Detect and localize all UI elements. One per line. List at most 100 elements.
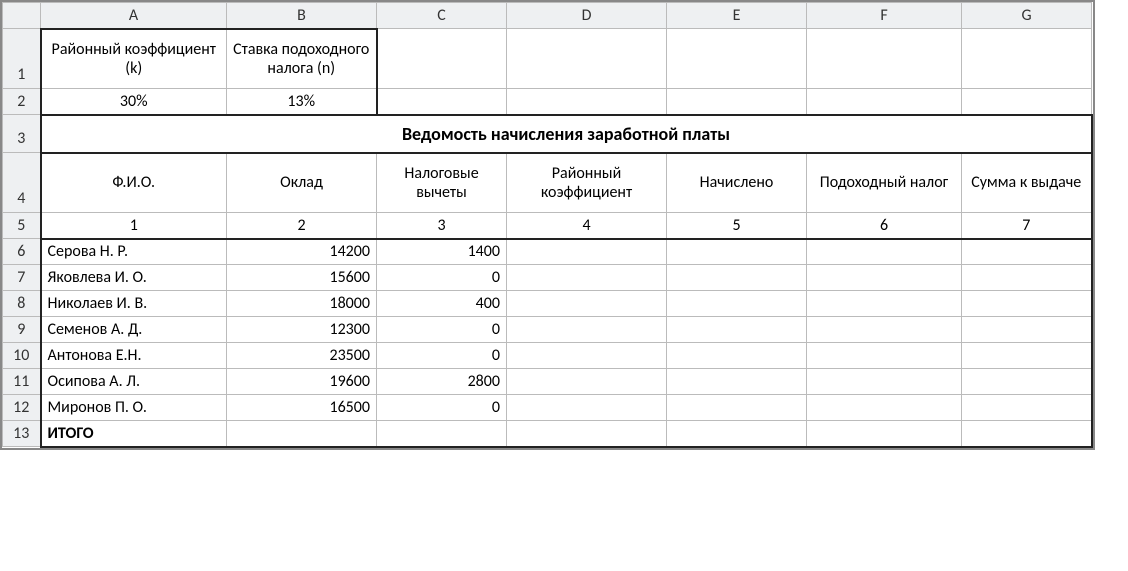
cell-empty[interactable] xyxy=(507,239,667,265)
colnum-4[interactable]: 4 xyxy=(507,213,667,239)
cell-empty[interactable] xyxy=(807,421,962,447)
cell-salary[interactable]: 23500 xyxy=(227,343,377,369)
select-all-corner[interactable] xyxy=(3,3,41,29)
header-income-tax[interactable]: Подоходный налог xyxy=(807,153,962,213)
cell-empty[interactable] xyxy=(227,421,377,447)
col-header-G[interactable]: G xyxy=(962,3,1092,29)
cell-empty[interactable] xyxy=(667,239,807,265)
cell-empty[interactable] xyxy=(807,395,962,421)
cell-ded[interactable]: 2800 xyxy=(377,369,507,395)
cell-empty[interactable] xyxy=(807,317,962,343)
cell-F1[interactable] xyxy=(807,29,962,89)
header-regional[interactable]: Районный коэффициент xyxy=(507,153,667,213)
header-salary[interactable]: Оклад xyxy=(227,153,377,213)
cell-G1[interactable] xyxy=(962,29,1092,89)
cell-empty[interactable] xyxy=(962,317,1092,343)
cell-salary[interactable]: 18000 xyxy=(227,291,377,317)
cell-C1[interactable] xyxy=(377,29,507,89)
row-header-9[interactable]: 9 xyxy=(3,317,41,343)
cell-fio[interactable]: Миронов П. О. xyxy=(41,395,227,421)
cell-ded[interactable]: 0 xyxy=(377,265,507,291)
colnum-6[interactable]: 6 xyxy=(807,213,962,239)
cell-fio[interactable]: Семенов А. Д. xyxy=(41,317,227,343)
cell-empty[interactable] xyxy=(507,369,667,395)
cell-salary[interactable]: 14200 xyxy=(227,239,377,265)
col-header-E[interactable]: E xyxy=(667,3,807,29)
cell-fio[interactable]: Антонова Е.Н. xyxy=(41,343,227,369)
cell-empty[interactable] xyxy=(667,265,807,291)
cell-C2[interactable] xyxy=(377,89,507,115)
row-header-11[interactable]: 11 xyxy=(3,369,41,395)
cell-empty[interactable] xyxy=(667,291,807,317)
cell-empty[interactable] xyxy=(507,343,667,369)
cell-empty[interactable] xyxy=(962,395,1092,421)
cell-D1[interactable] xyxy=(507,29,667,89)
row-header-10[interactable]: 10 xyxy=(3,343,41,369)
row-header-8[interactable]: 8 xyxy=(3,291,41,317)
cell-ded[interactable]: 0 xyxy=(377,317,507,343)
colnum-2[interactable]: 2 xyxy=(227,213,377,239)
row-header-13[interactable]: 13 xyxy=(3,421,41,447)
row-header-2[interactable]: 2 xyxy=(3,89,41,115)
cell-salary[interactable]: 19600 xyxy=(227,369,377,395)
col-header-F[interactable]: F xyxy=(807,3,962,29)
cell-fio[interactable]: Серова Н. Р. xyxy=(41,239,227,265)
row-header-3[interactable]: 3 xyxy=(3,115,41,153)
col-header-C[interactable]: C xyxy=(377,3,507,29)
col-header-A[interactable]: A xyxy=(41,3,227,29)
row-header-1[interactable]: 1 xyxy=(3,29,41,89)
cell-empty[interactable] xyxy=(962,343,1092,369)
cell-B2[interactable]: 13% xyxy=(227,89,377,115)
colnum-5[interactable]: 5 xyxy=(667,213,807,239)
spreadsheet-grid[interactable]: A B C D E F G 1 Районный коэффициент (k)… xyxy=(0,0,1095,450)
cell-A2[interactable]: 30% xyxy=(41,89,227,115)
cell-fio[interactable]: Николаев И. В. xyxy=(41,291,227,317)
row-header-6[interactable]: 6 xyxy=(3,239,41,265)
cell-E2[interactable] xyxy=(667,89,807,115)
cell-salary[interactable]: 15600 xyxy=(227,265,377,291)
cell-salary[interactable]: 12300 xyxy=(227,317,377,343)
header-deductions[interactable]: Налоговые вычеты xyxy=(377,153,507,213)
cell-ded[interactable]: 0 xyxy=(377,343,507,369)
cell-ded[interactable]: 400 xyxy=(377,291,507,317)
cell-empty[interactable] xyxy=(807,265,962,291)
colnum-3[interactable]: 3 xyxy=(377,213,507,239)
sheet-title[interactable]: Ведомость начисления заработной платы xyxy=(41,115,1092,153)
cell-empty[interactable] xyxy=(667,343,807,369)
cell-empty[interactable] xyxy=(667,317,807,343)
cell-empty[interactable] xyxy=(962,291,1092,317)
row-header-12[interactable]: 12 xyxy=(3,395,41,421)
total-label[interactable]: ИТОГО xyxy=(41,421,227,447)
cell-empty[interactable] xyxy=(962,369,1092,395)
cell-empty[interactable] xyxy=(507,421,667,447)
cell-G2[interactable] xyxy=(962,89,1092,115)
cell-empty[interactable] xyxy=(807,291,962,317)
cell-empty[interactable] xyxy=(507,291,667,317)
row-header-7[interactable]: 7 xyxy=(3,265,41,291)
cell-empty[interactable] xyxy=(807,343,962,369)
cell-empty[interactable] xyxy=(807,369,962,395)
cell-empty[interactable] xyxy=(507,265,667,291)
cell-empty[interactable] xyxy=(507,317,667,343)
cell-D2[interactable] xyxy=(507,89,667,115)
cell-E1[interactable] xyxy=(667,29,807,89)
colnum-1[interactable]: 1 xyxy=(41,213,227,239)
cell-F2[interactable] xyxy=(807,89,962,115)
col-header-D[interactable]: D xyxy=(507,3,667,29)
cell-ded[interactable]: 1400 xyxy=(377,239,507,265)
cell-ded[interactable]: 0 xyxy=(377,395,507,421)
cell-empty[interactable] xyxy=(507,395,667,421)
cell-empty[interactable] xyxy=(962,421,1092,447)
colnum-7[interactable]: 7 xyxy=(962,213,1092,239)
cell-empty[interactable] xyxy=(377,421,507,447)
cell-A1[interactable]: Районный коэффициент (k) xyxy=(41,29,227,89)
header-fio[interactable]: Ф.И.О. xyxy=(41,153,227,213)
cell-empty[interactable] xyxy=(667,421,807,447)
cell-B1[interactable]: Ставка подоходного налога (n) xyxy=(227,29,377,89)
header-accrued[interactable]: Начислено xyxy=(667,153,807,213)
header-to-pay[interactable]: Сумма к выдаче xyxy=(962,153,1092,213)
cell-salary[interactable]: 16500 xyxy=(227,395,377,421)
cell-empty[interactable] xyxy=(667,369,807,395)
cell-empty[interactable] xyxy=(962,265,1092,291)
row-header-4[interactable]: 4 xyxy=(3,153,41,213)
